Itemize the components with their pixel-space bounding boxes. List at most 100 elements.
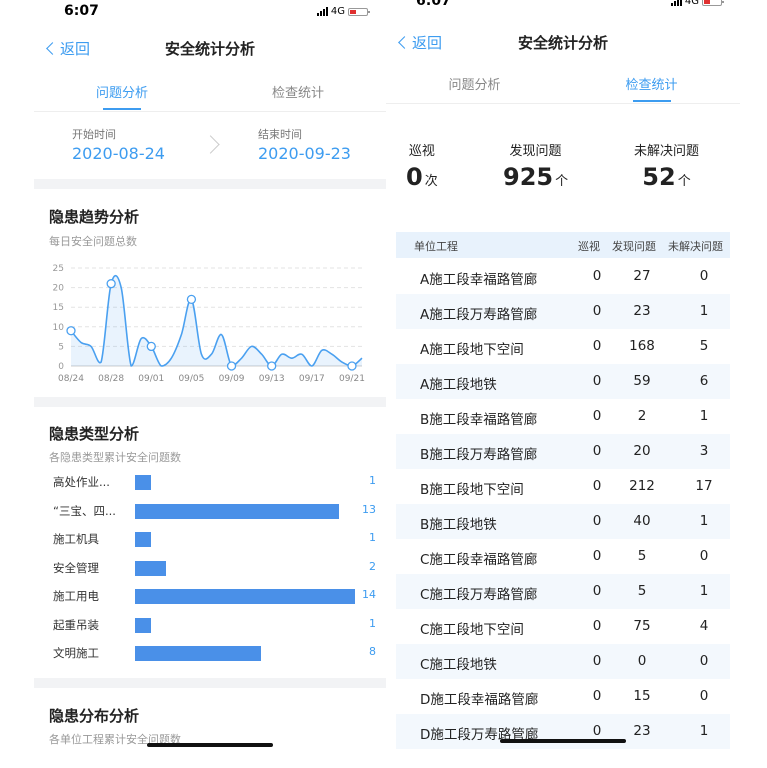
- trend-point: [347, 361, 357, 371]
- table-row[interactable]: B施工段幸福路管廊 0 2 1: [396, 399, 730, 434]
- table-row[interactable]: C施工段地铁 0 0 0: [396, 644, 730, 679]
- type-bar-row[interactable]: “三宝、四... 13: [34, 497, 386, 525]
- cell-unresolved: 1: [699, 583, 709, 599]
- inspection-stats-screen: 6:07 4G 返回 安全统计分析 问题分析 检查统计 巡视 0次 发现问题 9…: [386, 0, 740, 768]
- cell-unresolved: 3: [699, 443, 709, 459]
- home-indicator[interactable]: [500, 739, 626, 743]
- type-subtitle: 各隐患类型累计安全问题数: [49, 451, 181, 464]
- y-tick-label: 25: [53, 264, 64, 274]
- type-bar-row[interactable]: 文明施工 8: [34, 639, 386, 667]
- table-row[interactable]: C施工段地下空间 0 75 4: [396, 609, 730, 644]
- type-bar-value: 1: [369, 531, 376, 544]
- type-bar-row[interactable]: 起重吊装 1: [34, 611, 386, 639]
- x-tick-label: 09/05: [178, 374, 204, 384]
- trend-point: [186, 294, 197, 305]
- type-bar: [135, 589, 355, 604]
- trend-point: [66, 326, 76, 336]
- stat-unit: 个: [677, 174, 691, 189]
- stat-label: 未解决问题: [634, 144, 700, 159]
- cell-unit-name: B施工段万寿路管廊: [420, 447, 538, 463]
- trend-point: [146, 341, 156, 352]
- x-tick-label: 09/09: [219, 374, 245, 384]
- header-unresolved: 未解决问题: [668, 240, 723, 253]
- section-divider: [34, 179, 386, 189]
- header-unit: 单位工程: [414, 240, 458, 253]
- trend-area: [71, 275, 362, 366]
- cell-patrol: 0: [592, 443, 602, 459]
- type-bar-label: 起重吊装: [53, 617, 99, 632]
- table-row[interactable]: B施工段地铁 0 40 1: [396, 504, 730, 539]
- page-title: 安全统计分析: [164, 40, 255, 58]
- table-row[interactable]: A施工段幸福路管廊 0 27 0: [396, 259, 730, 294]
- tab-inspection-stats[interactable]: 检查统计: [210, 76, 386, 110]
- cell-patrol: 0: [592, 408, 602, 424]
- start-date-picker[interactable]: 开始时间 2020-08-24: [72, 126, 165, 163]
- type-bar-label: 施工机具: [53, 532, 99, 546]
- distribution-title: 隐患分布分析: [49, 707, 140, 725]
- cell-unresolved: 0: [699, 688, 709, 704]
- cell-found: 20: [633, 443, 651, 459]
- type-bar-row[interactable]: 安全管理 2: [34, 554, 386, 582]
- stat-value: 0: [406, 163, 423, 191]
- stat-label: 发现问题: [509, 144, 562, 159]
- cell-unit-name: D施工段幸福路管廊: [420, 692, 539, 708]
- stat-patrol: 巡视 0次: [406, 140, 438, 191]
- trend-point: [226, 361, 237, 371]
- type-bar: [135, 617, 151, 633]
- table-row[interactable]: A施工段地下空间 0 168 5: [396, 329, 730, 364]
- table-row[interactable]: B施工段地下空间 0 212 17: [396, 469, 730, 504]
- battery-icon: [348, 7, 370, 16]
- type-bar-label: 文明施工: [53, 646, 99, 660]
- cell-unresolved: 1: [699, 723, 709, 739]
- status-time: 6:07: [64, 3, 99, 19]
- y-tick-label: 0: [58, 362, 64, 372]
- type-bar-row[interactable]: 施工用电 14: [34, 582, 386, 610]
- y-tick-label: 5: [58, 342, 64, 352]
- cell-found: 0: [637, 653, 647, 669]
- section-divider: [34, 678, 386, 688]
- y-tick-label: 10: [53, 323, 65, 333]
- table-row[interactable]: A施工段万寿路管廊 0 23 1: [396, 294, 730, 329]
- cell-patrol: 0: [592, 373, 602, 389]
- type-bar-row[interactable]: 高处作业... 1: [34, 468, 386, 496]
- type-bar: [135, 532, 151, 547]
- tab-inspection-stats[interactable]: 检查统计: [563, 68, 740, 102]
- cell-unresolved: 0: [699, 548, 709, 564]
- type-title: 隐患类型分析: [49, 425, 140, 443]
- cell-unit-name: C施工段幸福路管廊: [420, 552, 538, 568]
- cell-found: 2: [637, 408, 647, 424]
- end-date-picker[interactable]: 结束时间 2020-09-23: [258, 126, 351, 163]
- signal-icon: [316, 7, 328, 16]
- section-divider: [34, 397, 386, 407]
- tab-question-analysis[interactable]: 问题分析: [386, 68, 563, 102]
- home-indicator[interactable]: [147, 743, 273, 747]
- cell-patrol: 0: [592, 268, 602, 284]
- summary-stats: 巡视 0次 发现问题 925 个 未解决问题 52 个: [386, 130, 740, 200]
- status-bar: 6:07 4G: [386, 0, 740, 14]
- table-row[interactable]: D施工段万寿路管廊 0 23 1: [396, 714, 730, 749]
- table-row[interactable]: D施工段幸福路管廊 0 15 0: [396, 679, 730, 714]
- date-range: 开始时间 2020-08-24 结束时间 2020-09-23: [34, 118, 386, 176]
- start-date-value: 2020-08-24: [72, 144, 165, 163]
- chevron-right-icon: [201, 135, 220, 154]
- x-tick-label: 09/01: [138, 374, 164, 384]
- table-row[interactable]: C施工段幸福路管廊 0 5 0: [396, 539, 730, 574]
- tab-question-analysis[interactable]: 问题分析: [34, 76, 210, 110]
- end-date-value: 2020-09-23: [258, 144, 351, 163]
- type-bar-value: 1: [369, 616, 376, 630]
- table-row[interactable]: A施工段地铁 0 59 6: [396, 364, 730, 399]
- trend-line-chart: 0 5 10 15 20 25 08/24 08/28 09/01 09/05 09/09 09/13…: [53, 264, 365, 384]
- cell-unit-name: A施工段万寿路管廊: [420, 307, 538, 323]
- stat-unit: 次: [424, 174, 438, 189]
- table-row[interactable]: B施工段万寿路管廊 0 20 3: [396, 434, 730, 469]
- cell-patrol: 0: [592, 338, 602, 354]
- cell-unresolved: 17: [695, 478, 713, 494]
- trend-point: [267, 361, 277, 371]
- type-bar-row[interactable]: 施工机具 1: [34, 525, 386, 553]
- cell-unresolved: 0: [699, 653, 709, 669]
- stat-value: 925: [503, 163, 554, 191]
- x-tick-label: 08/24: [58, 374, 84, 384]
- table-row[interactable]: C施工段万寿路管廊 0 5 1: [396, 574, 730, 609]
- cell-unit-name: A施工段地铁: [420, 377, 497, 393]
- header-patrol: 巡视: [578, 240, 600, 253]
